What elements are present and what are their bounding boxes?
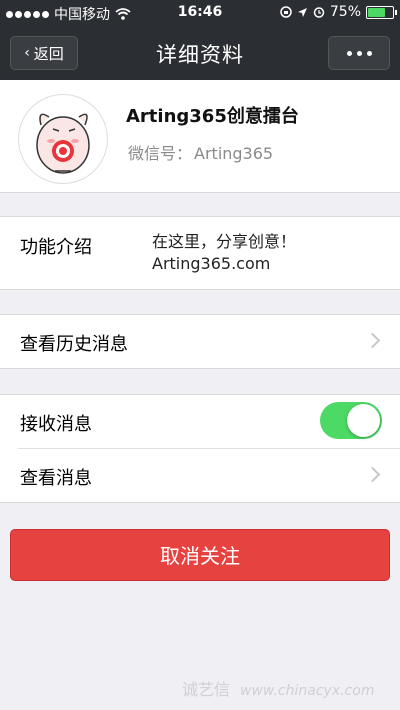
intro-line1: 在这里，分享创意！ xyxy=(152,232,297,251)
unfollow-button[interactable]: 取消关注 xyxy=(10,529,390,581)
intro-cell: 功能介绍 在这里，分享创意！ Arting365.com xyxy=(0,216,400,290)
rotation-lock-icon xyxy=(280,6,292,18)
profile-card: Arting365创意擂台 微信号： Arting365 xyxy=(0,80,400,193)
avatar[interactable] xyxy=(18,94,108,184)
wechat-id-label: 微信号： xyxy=(128,144,193,163)
battery-icon xyxy=(366,5,397,19)
message-group: 接收消息 查看消息 xyxy=(0,394,400,503)
watermark: 诚艺信 www.chinacyx.com xyxy=(182,676,374,700)
history-label: 查看历史消息 xyxy=(20,334,128,355)
status-bar: 中国移动 16:46 75% xyxy=(0,0,400,26)
more-button[interactable] xyxy=(328,36,390,70)
receive-messages-toggle[interactable] xyxy=(320,402,382,439)
chevron-right-icon xyxy=(364,332,381,349)
chevron-right-icon xyxy=(364,466,381,483)
account-name: Arting365创意擂台 xyxy=(126,106,299,127)
status-right: 75% xyxy=(280,4,397,20)
receive-messages-label: 接收消息 xyxy=(20,414,92,435)
alarm-icon xyxy=(313,7,325,18)
battery-percent: 75% xyxy=(329,4,361,20)
nav-bar: ‹ 返回 详细资料 xyxy=(0,26,400,80)
view-messages-row[interactable]: 查看消息 xyxy=(0,449,400,502)
more-dot xyxy=(356,50,362,56)
view-messages-label: 查看消息 xyxy=(20,468,92,489)
receive-messages-row: 接收消息 xyxy=(0,395,400,449)
intro-line2: Arting365.com xyxy=(152,254,271,273)
toggle-knob xyxy=(347,404,380,437)
watermark-url: www.chinacyx.com xyxy=(240,683,375,699)
intro-label: 功能介绍 xyxy=(20,237,92,258)
pig-mascot-icon xyxy=(36,113,90,174)
more-dot xyxy=(366,50,372,56)
wechat-id-line: 微信号： Arting365 xyxy=(126,140,273,164)
intro-text: 在这里，分享创意！ Arting365.com xyxy=(152,231,296,275)
wechat-id-value: Arting365 xyxy=(194,144,274,163)
watermark-text: 诚艺信 xyxy=(182,680,231,699)
more-dots-icon xyxy=(346,50,352,56)
history-cell[interactable]: 查看历史消息 xyxy=(0,314,400,369)
location-arrow-icon xyxy=(297,7,307,17)
